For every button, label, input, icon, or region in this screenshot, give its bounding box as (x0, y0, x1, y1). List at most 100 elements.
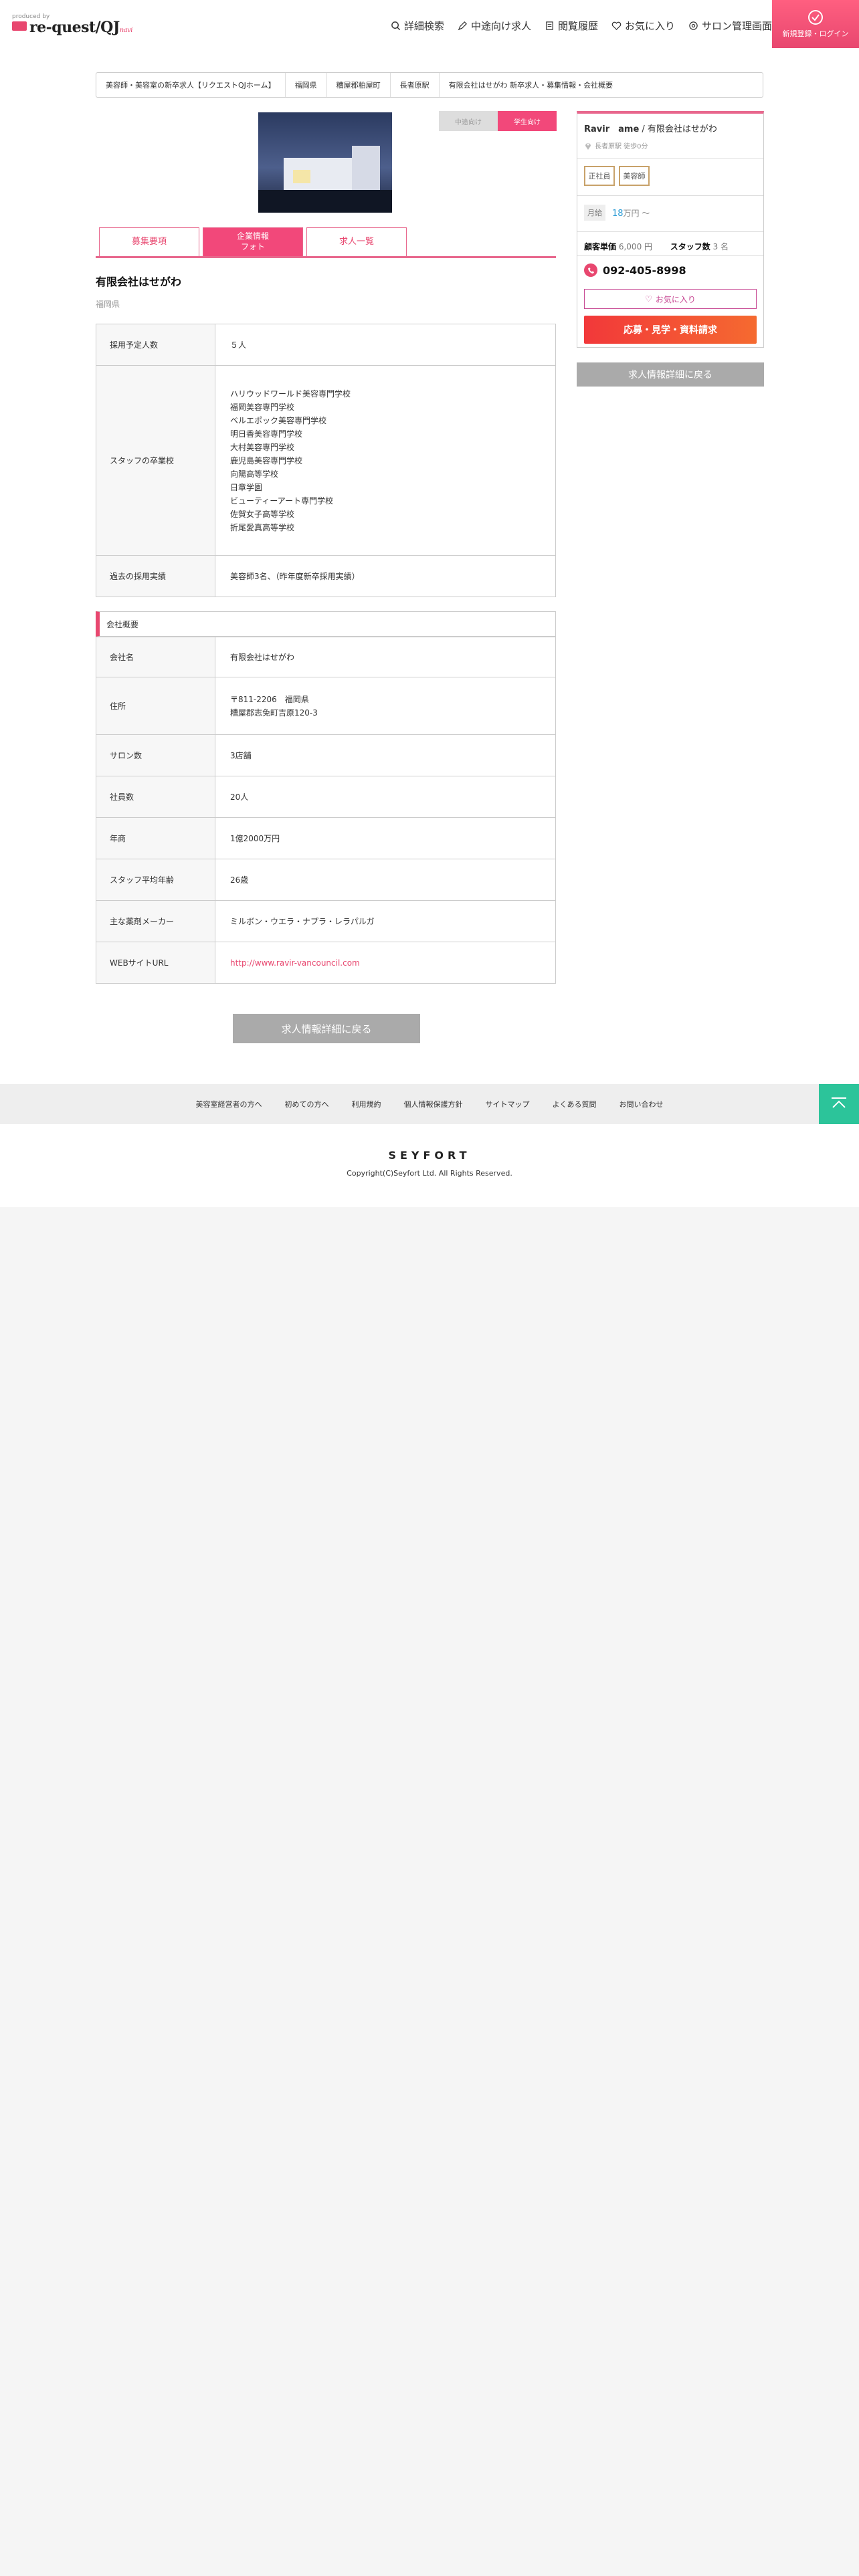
nav-salon-admin[interactable]: サロン管理画面 (688, 19, 772, 33)
arrow-up-icon (832, 1097, 846, 1108)
badge-employment-type: 正社員 (584, 166, 615, 186)
salon-stats: 顧客単価 6,000 円 スタッフ数 3 名 (584, 241, 729, 252)
salary-amount: 18 (612, 209, 624, 219)
list-item: 佐賀女子高等学校 (230, 509, 295, 519)
table-row: 住所 〒811-2206 福岡県 糟屋郡志免町吉原120-3 (96, 677, 556, 735)
nav-label: 詳細検索 (403, 20, 444, 32)
apply-request-button[interactable]: 応募・見学・資料請求 (584, 316, 757, 344)
add-favorite-button[interactable]: ♡ お気に入り (584, 289, 757, 309)
logo-navi-text: navi (119, 27, 133, 34)
row-label: 年商 (96, 817, 215, 859)
list-item: 鹿児島美容専門学校 (230, 455, 303, 465)
row-value: ミルボン・ウエラ・ナプラ・レラパルガ (215, 900, 556, 942)
table-row: WEBサイトURL http://www.ravir-vancouncil.co… (96, 942, 556, 984)
section-heading-company-overview: 会社概要 (96, 611, 556, 637)
photo-window (293, 170, 310, 183)
row-value: http://www.ravir-vancouncil.com (215, 942, 556, 984)
page-top-button[interactable] (819, 1084, 859, 1124)
favorite-label: お気に入り (655, 294, 696, 304)
row-value: 美容師3名、（昨年度新卒採用実績） (215, 555, 556, 597)
map-pin-icon (585, 142, 591, 150)
heart-outline-icon: ♡ (645, 294, 652, 304)
list-item: 福岡美容専門学校 (230, 402, 295, 412)
footer-links: 美容室経営者の方へ 初めての方へ 利用規約 個人情報保護方針 サイトマップ よく… (0, 1084, 859, 1124)
footer-link[interactable]: よくある質問 (553, 1099, 597, 1109)
tab-requirements[interactable]: 募集要項 (99, 227, 199, 256)
staff-count-label: スタッフ数 (670, 242, 710, 251)
logo-brand: re-quest/QJnavi (29, 19, 133, 36)
row-value: ５人 (215, 324, 556, 366)
address-line: 〒811-2206 福岡県 (230, 694, 309, 704)
register-login-button[interactable]: 新規登録・ログイン (772, 0, 859, 48)
company-overview-table: 会社名 有限会社はせがわ 住所 〒811-2206 福岡県 糟屋郡志免町吉原12… (96, 637, 556, 984)
breadcrumb-item-station[interactable]: 長者原駅 (391, 73, 440, 97)
row-label: 住所 (96, 677, 215, 735)
table-row: スタッフ平均年齢 26歳 (96, 859, 556, 901)
nav-history[interactable]: 閲覧履歴 (545, 19, 598, 33)
table-row: 会社名 有限会社はせがわ (96, 637, 556, 677)
row-label: 社員数 (96, 776, 215, 818)
table-row: 主な薬剤メーカー ミルボン・ウエラ・ナプラ・レラパルガ (96, 900, 556, 942)
row-label: WEBサイトURL (96, 942, 215, 984)
salon-name: Ravir ame (584, 124, 640, 134)
website-link[interactable]: http://www.ravir-vancouncil.com (230, 958, 360, 968)
photo-ground (258, 190, 392, 213)
main-nav: 詳細検索 中途向け求人 閲覧履歴 お気に入り サロン管理画面 (391, 19, 772, 33)
nav-midcareer[interactable]: 中途向け求人 (458, 19, 531, 33)
salon-phone[interactable]: 092-405-8998 (584, 263, 686, 277)
row-label: スタッフ平均年齢 (96, 859, 215, 901)
nav-detail-search[interactable]: 詳細検索 (391, 19, 444, 33)
badge-job-type: 美容師 (619, 166, 650, 186)
footer-link[interactable]: サイトマップ (486, 1099, 530, 1109)
footer-link[interactable]: 利用規約 (352, 1099, 381, 1109)
table-row: 社員数 20人 (96, 776, 556, 818)
footer-link[interactable]: お問い合わせ (619, 1099, 664, 1109)
phone-number: 092-405-8998 (603, 263, 686, 277)
sidebar-back-button[interactable]: 求人情報詳細に戻る (577, 362, 764, 387)
breadcrumb-item-current: 有限会社はせがわ 新卒求人・募集情報・会社概要 (448, 81, 613, 90)
toggle-students[interactable]: 学生向け (498, 111, 557, 131)
table-row: 年商 1億2000万円 (96, 817, 556, 859)
table-row: サロン数 3店舗 (96, 734, 556, 776)
footer-brand-logo: SEYFORT (388, 1149, 471, 1162)
footer-link[interactable]: 初めての方へ (285, 1099, 329, 1109)
company-name: 有限会社はせがわ (647, 124, 717, 134)
history-icon (546, 21, 553, 30)
nav-label: サロン管理画面 (701, 20, 772, 32)
list-item: 向陽高等学校 (230, 469, 279, 479)
divider (577, 195, 763, 196)
salon-location: 長者原駅 徒歩0分 (584, 140, 648, 150)
site-logo[interactable]: produced by re-quest/QJnavi (12, 13, 133, 37)
settings-icon (689, 21, 698, 30)
breadcrumb-item-pref[interactable]: 福岡県 (286, 73, 327, 97)
row-label: スタッフの卒業校 (96, 365, 215, 556)
nav-label: 中途向け求人 (470, 20, 531, 32)
site-header: produced by re-quest/QJnavi 詳細検索 中途向け求人 … (0, 0, 859, 48)
tab-company-photo[interactable]: 企業情報 フォト (203, 227, 303, 256)
divider (577, 231, 763, 232)
footer-link[interactable]: 個人情報保護方針 (404, 1099, 463, 1109)
breadcrumb-item-city[interactable]: 糟屋郡粕屋町 (327, 73, 391, 97)
tab-job-list[interactable]: 求人一覧 (306, 227, 407, 256)
phone-icon (584, 263, 597, 277)
row-label: サロン数 (96, 734, 215, 776)
heart-icon (611, 21, 622, 30)
staff-count-value: 3 名 (712, 242, 729, 251)
footer-link[interactable]: 美容室経営者の方へ (196, 1099, 262, 1109)
row-label: 過去の採用実績 (96, 555, 215, 597)
toggle-midcareer[interactable]: 中途向け (439, 111, 498, 131)
breadcrumb: 美容師・美容室の新卒求人【リクエストQJホーム】 福岡県 糟屋郡粕屋町 長者原駅… (96, 72, 763, 98)
nav-favorites[interactable]: お気に入り (611, 19, 675, 33)
list-item: 日章学園 (230, 482, 263, 492)
row-label: 主な薬剤メーカー (96, 900, 215, 942)
salon-photo (258, 112, 392, 213)
list-item: ハリウッドワールド美容専門学校 (230, 389, 351, 399)
breadcrumb-item-home[interactable]: 美容師・美容室の新卒求人【リクエストQJホーム】 (96, 73, 286, 97)
tab-label-line1: 企業情報 (236, 231, 269, 241)
logo-brand-text: re-quest/QJ (29, 19, 120, 36)
pen-icon (458, 21, 467, 31)
row-value: 20人 (215, 776, 556, 818)
row-value: 26歳 (215, 859, 556, 901)
search-icon (391, 21, 401, 31)
back-to-job-detail-button[interactable]: 求人情報詳細に戻る (233, 1014, 420, 1043)
